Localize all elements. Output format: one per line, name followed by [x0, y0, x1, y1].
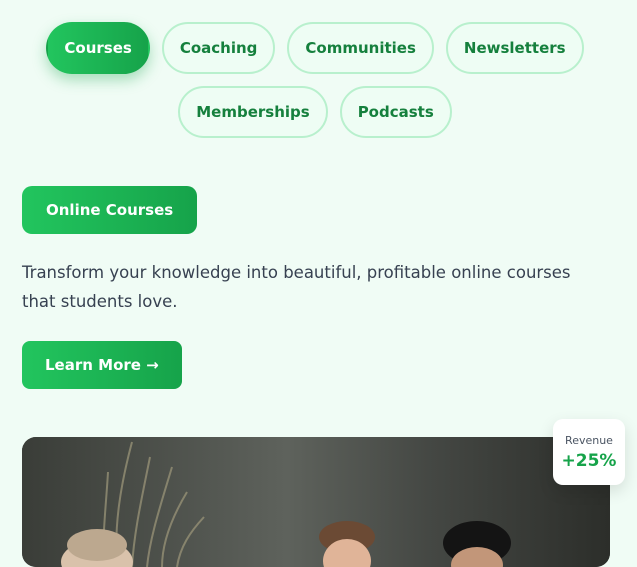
tab-podcasts[interactable]: Podcasts — [339, 86, 452, 138]
tab-memberships[interactable]: Memberships — [178, 86, 328, 138]
stat-value: +25% — [561, 450, 617, 471]
section-badge: Online Courses — [22, 186, 198, 234]
hero-photo-illustration — [22, 437, 610, 567]
tab-newsletters[interactable]: Newsletters — [445, 22, 584, 74]
tab-communities[interactable]: Communities — [287, 22, 434, 74]
category-tabs: Courses Coaching Communities Newsletters… — [0, 22, 630, 138]
revenue-stat-card: Revenue +25% — [553, 419, 625, 485]
tab-courses[interactable]: Courses — [46, 22, 150, 74]
learn-more-button[interactable]: Learn More → — [22, 341, 182, 389]
stat-label: Revenue — [565, 433, 613, 447]
tab-coaching[interactable]: Coaching — [161, 22, 276, 74]
hero-image — [22, 437, 610, 567]
section-description: Transform your knowledge into beautiful,… — [22, 263, 571, 311]
